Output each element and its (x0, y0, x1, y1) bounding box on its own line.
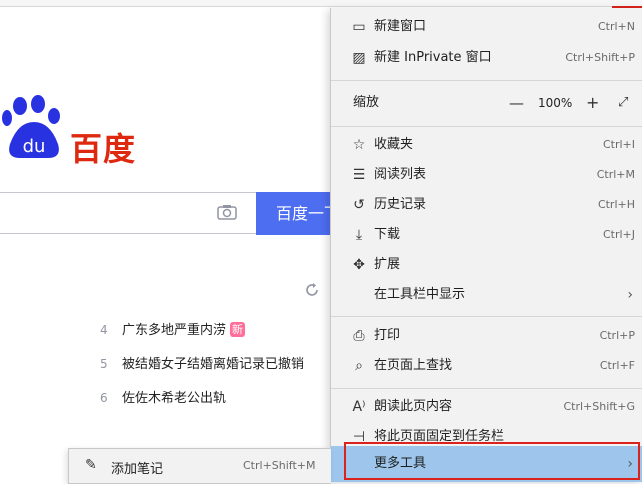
baidu-logo: du 百度 (0, 92, 160, 172)
submenu-item-shortcut: Ctrl+Shift+M (243, 459, 316, 472)
search-button[interactable]: 百度一下 (256, 192, 336, 235)
zoom-out-button[interactable]: — (509, 88, 524, 118)
zoom-value: 100% (538, 96, 573, 110)
menu-item-shortcut: Ctrl+P (599, 329, 635, 342)
menu-item-label: 历史记录 (374, 197, 427, 212)
menu-item-label: 新建 InPrivate 窗口 (374, 50, 492, 65)
extensions-icon: ✥ (353, 257, 365, 273)
menu-item-pin-taskbar[interactable]: ⊣ 将此页面固定到任务栏 (331, 422, 642, 444)
highlight-frame (344, 442, 640, 480)
browser-top-border (0, 0, 642, 8)
menu-item-shortcut: Ctrl+Shift+P (565, 51, 635, 64)
search-icon: ⌕ (355, 358, 363, 374)
refresh-icon[interactable] (304, 282, 320, 298)
menu-item-shortcut: Ctrl+J (602, 228, 635, 241)
hot-item-text[interactable]: 佐佐木希老公出轨 (122, 391, 226, 406)
menu-item-show-in-toolbar[interactable]: 在工具栏中显示 › (331, 280, 642, 310)
menu-item-print[interactable]: ⎙ 打印 Ctrl+P (331, 321, 642, 351)
menu-item-read-aloud[interactable]: A⁾ 朗读此页内容 Ctrl+Shift+G (331, 392, 642, 422)
camera-icon[interactable] (217, 204, 237, 220)
menu-item-label: 下载 (374, 227, 401, 242)
chevron-right-icon: › (627, 287, 633, 303)
menu-item-history[interactable]: ↺ 历史记录 Ctrl+H (331, 190, 642, 220)
menu-divider (331, 80, 642, 81)
hot-item-text[interactable]: 被结婚女子结婚离婚记录已撤销 (122, 357, 304, 372)
menu-item-find[interactable]: ⌕ 在页面上查找 Ctrl+F (331, 351, 642, 381)
paw-icon: du (2, 95, 60, 158)
menu-item-label: 朗读此页内容 (374, 399, 453, 414)
menu-item-favorites[interactable]: ☆ 收藏夹 Ctrl+I (331, 130, 642, 160)
zoom-label: 缩放 (353, 95, 380, 110)
menu-item-label: 打印 (374, 328, 401, 343)
menu-item-shortcut: Ctrl+M (596, 168, 635, 181)
menu-item-shortcut: Ctrl+H (597, 198, 635, 211)
hot-item-text[interactable]: 广东多地严重内涝 (122, 323, 226, 338)
hot-item[interactable]: 5 被结婚女子结婚离婚记录已撤销 (100, 352, 340, 376)
menu-item-shortcut: Ctrl+Shift+G (563, 400, 635, 413)
history-icon: ↺ (353, 197, 365, 213)
menu-divider (331, 126, 642, 127)
menu-item-label: 收藏夹 (374, 137, 414, 152)
menu-item-new-window[interactable]: ▭ 新建窗口 Ctrl+N (331, 12, 642, 42)
logo-text: 百度 (70, 130, 137, 168)
menu-item-zoom: 缩放 — 100% + ⤢ (331, 88, 642, 118)
menu-item-shortcut: Ctrl+F (599, 359, 635, 372)
more-tools-submenu: ✎ 添加笔记 Ctrl+Shift+M (68, 448, 331, 484)
hot-item-num: 6 (100, 391, 108, 405)
new-badge: 新 (230, 322, 246, 337)
menu-item-shortcut: Ctrl+N (597, 20, 635, 33)
menu-item-shortcut: Ctrl+I (602, 138, 635, 151)
menu-item-label: 新建窗口 (374, 19, 427, 34)
menu-item-label: 扩展 (374, 257, 401, 272)
menu-divider (331, 316, 642, 317)
favorites-icon: ☆ (352, 137, 366, 153)
reading-list-icon: ☰ (352, 167, 366, 183)
menu-item-label: 在页面上查找 (374, 358, 453, 373)
hot-item[interactable]: 4 广东多地严重内涝新 (100, 318, 340, 342)
menu-item-label: 将此页面固定到任务栏 (374, 429, 505, 444)
zoom-in-button[interactable]: + (586, 88, 599, 118)
hot-item-num: 4 (100, 323, 108, 337)
menu-item-extensions[interactable]: ✥ 扩展 (331, 250, 642, 280)
read-aloud-icon: A⁾ (352, 399, 366, 415)
window-icon: ▭ (352, 19, 366, 35)
menu-item-reading-list[interactable]: ☰ 阅读列表 Ctrl+M (331, 160, 642, 190)
fullscreen-icon[interactable]: ⤢ (618, 88, 628, 118)
top-red-mark (612, 0, 642, 8)
menu-item-label: 在工具栏中显示 (374, 287, 466, 302)
menu-item-new-inprivate[interactable]: ▨ 新建 InPrivate 窗口 Ctrl+Shift+P (331, 43, 642, 73)
inprivate-icon: ▨ (352, 50, 366, 66)
menu-item-label: 阅读列表 (374, 167, 427, 182)
settings-menu: ▭ 新建窗口 Ctrl+N ▨ 新建 InPrivate 窗口 Ctrl+Shi… (330, 8, 642, 482)
menu-divider (331, 388, 642, 389)
print-icon: ⎙ (353, 328, 365, 344)
submenu-item-add-notes[interactable]: 添加笔记 (111, 458, 163, 477)
pin-icon: ⊣ (352, 429, 366, 444)
pen-icon: ✎ (85, 457, 97, 473)
download-icon: ⤓ (355, 227, 363, 243)
menu-item-downloads[interactable]: ⤓ 下载 Ctrl+J (331, 220, 642, 250)
hot-item-num: 5 (100, 357, 108, 371)
hot-item[interactable]: 6 佐佐木希老公出轨 (100, 386, 340, 410)
logo-du-text: du (23, 136, 46, 157)
